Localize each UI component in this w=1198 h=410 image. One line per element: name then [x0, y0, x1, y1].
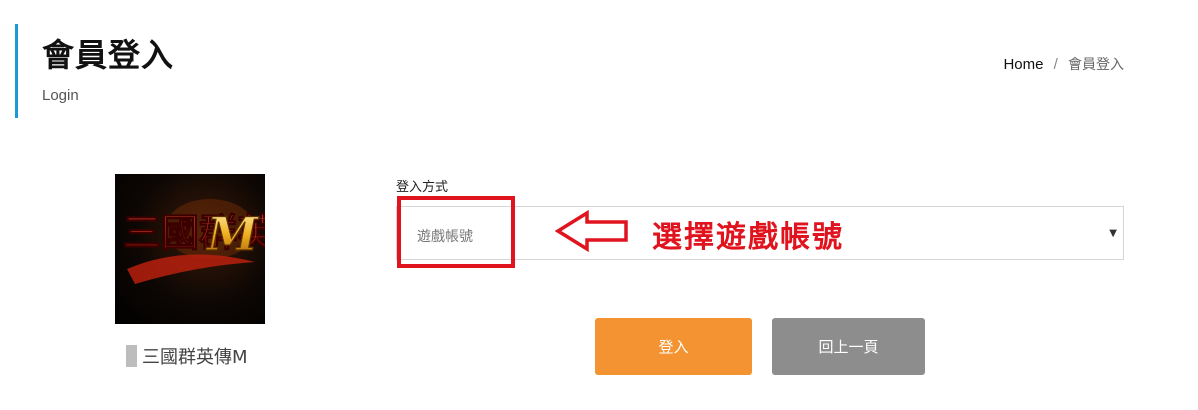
breadcrumb: Home / 會員登入	[1003, 54, 1124, 74]
annotation-text: 選擇遊戲帳號	[652, 220, 844, 255]
page-title: 會員登入	[42, 36, 175, 74]
annotation-arrow-icon	[555, 210, 628, 252]
login-method-label: 登入方式	[396, 180, 449, 195]
game-name-marker	[126, 345, 137, 367]
chevron-down-icon: ▼	[1109, 228, 1117, 239]
svg-text:M: M	[205, 207, 260, 261]
header-accent-bar	[15, 24, 18, 118]
page-subtitle: Login	[42, 87, 79, 104]
annotation-highlight-box	[397, 196, 515, 268]
game-name: 三國群英傳M	[126, 343, 248, 369]
login-button[interactable]: 登入	[595, 318, 752, 375]
game-logo: 三國群英傳M M	[115, 174, 265, 324]
breadcrumb-separator: /	[1053, 56, 1058, 73]
back-button[interactable]: 回上一頁	[772, 318, 925, 375]
game-name-label: 三國群英傳M	[142, 347, 248, 368]
breadcrumb-home-link[interactable]: Home	[1003, 56, 1043, 73]
breadcrumb-current: 會員登入	[1068, 57, 1124, 73]
